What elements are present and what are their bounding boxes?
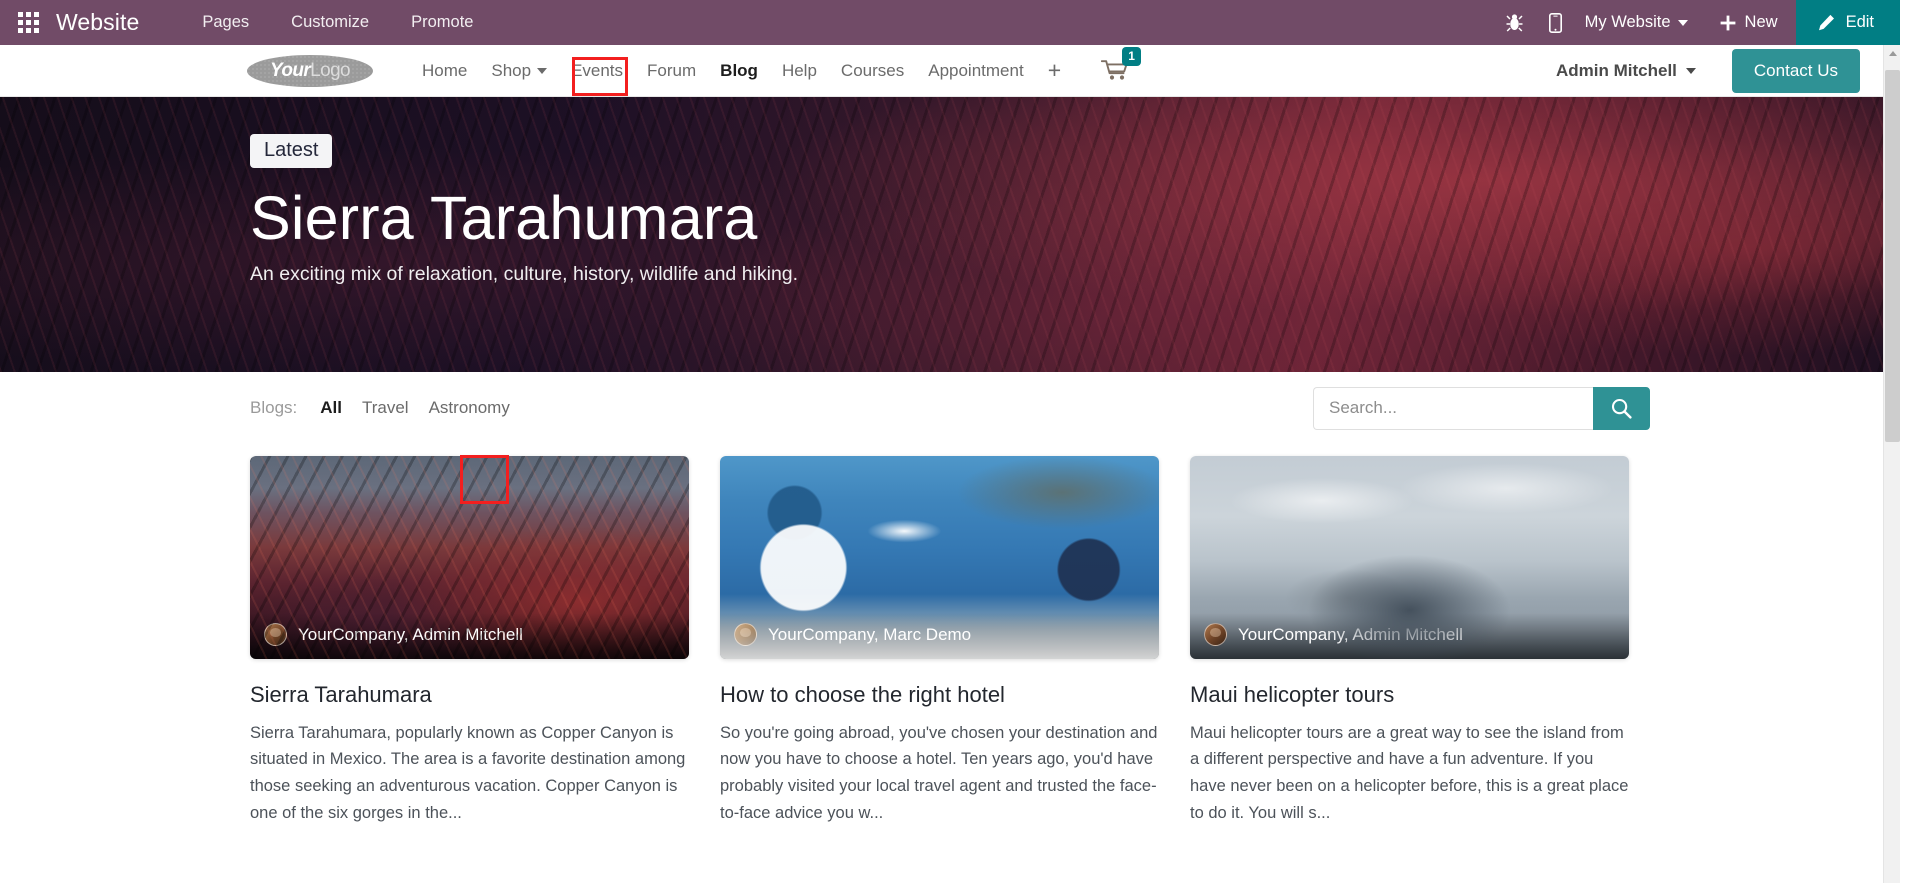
post-author-credit: YourCompany, Marc Demo [720,613,1159,659]
nav-item-courses-label: Courses [840,60,905,80]
post-excerpt: Sierra Tarahumara, popularly known as Co… [250,723,686,822]
page-scrollbar[interactable] [1883,45,1900,883]
nav-item-help-label: Help [781,60,817,80]
nav-item-shop[interactable]: Shop [479,45,559,97]
site-logo[interactable]: YourLogo [247,54,373,88]
author-avatar-admin-mitchell [1204,623,1227,646]
apps-grid-icon[interactable] [0,0,56,45]
nav-item-blog[interactable]: Blog [708,45,770,97]
scroll-up-arrow-icon[interactable] [1884,45,1901,62]
logo-text-secondary: Logo [310,59,351,81]
santorini-greece-seaside-photo[interactable]: YourCompany, Marc Demo [720,456,1159,659]
hero-subtitle: An exciting mix of relaxation, culture, … [250,263,799,286]
search-input[interactable] [1313,386,1593,430]
plus-icon [1720,15,1735,30]
website-selector-dropdown[interactable]: My Website [1575,13,1702,32]
blog-filter-bar: Blogs: All Travel Astronomy [0,372,1900,444]
website-selector-label: My Website [1584,13,1671,31]
chevron-down-icon [537,67,548,74]
blog-search [1313,386,1650,430]
user-account-name: Admin Mitchell [1556,60,1677,80]
post-author-name: YourCompany, Admin Mitchell [298,624,523,644]
pencil-icon [1818,14,1834,31]
nav-item-courses[interactable]: Courses [829,45,916,97]
contact-us-button[interactable]: Contact Us [1731,48,1860,93]
topbar-menu: Pages Customize Promote [181,0,494,45]
filter-travel[interactable]: Travel [352,398,419,418]
author-avatar-admin-mitchell [264,623,287,646]
filter-astronomy[interactable]: Astronomy [419,398,520,418]
edit-button[interactable]: Edit [1795,0,1900,45]
nav-item-appointment-label: Appointment [928,60,1024,80]
new-button-label: New [1744,13,1778,31]
post-title[interactable]: Sierra Tarahumara [250,681,689,709]
nav-item-blog-label: Blog [720,60,758,80]
user-account-dropdown[interactable]: Admin Mitchell [1556,61,1732,81]
topbar-menu-promote[interactable]: Promote [390,0,494,45]
page-root: Website Pages Customize Promote My Websi… [0,0,1900,883]
nav-item-events-label: Events [571,60,624,80]
nav-item-shop-label: Shop [491,60,532,80]
topbar-menu-customize[interactable]: Customize [270,0,390,45]
blogs-label: Blogs: [250,398,298,417]
logo-text-primary: Your [269,59,311,81]
blog-post-grid: YourCompany, Admin Mitchell Sierra Tarah… [0,456,1900,826]
hero-content: Latest Sierra Tarahumara An exciting mix… [0,97,1900,286]
nav-item-events[interactable]: Events [559,45,635,97]
cart-count-badge: 1 [1122,46,1142,66]
nav-item-appointment[interactable]: Appointment [916,45,1035,97]
nav-item-help[interactable]: Help [770,45,829,97]
site-main-nav: Home Shop Events Forum Blog Help Courses [410,45,1142,97]
chevron-down-icon [1685,67,1696,74]
post-author-credit: YourCompany, Admin Mitchell [1190,613,1629,659]
edit-button-label: Edit [1845,13,1874,31]
mobile-preview-icon[interactable] [1536,0,1575,45]
post-title[interactable]: Maui helicopter tours [1190,681,1629,709]
post-title[interactable]: How to choose the right hotel [720,681,1159,709]
post-author-name: YourCompany, Marc Demo [768,624,972,644]
header-right-group: Admin Mitchell Contact Us [1556,48,1900,93]
post-excerpt: So you're going abroad, you've chosen yo… [720,723,1158,822]
add-menu-item-icon[interactable]: + [1036,59,1073,82]
blog-post-card: YourCompany, Marc Demo How to choose the… [720,456,1159,826]
hero-title[interactable]: Sierra Tarahumara [250,184,1900,252]
search-submit-button[interactable] [1593,386,1650,430]
post-author-credit: YourCompany, Admin Mitchell [250,613,689,659]
author-avatar-marc-demo [734,623,757,646]
hero-latest-badge: Latest [250,134,333,168]
topbar-menu-pages[interactable]: Pages [181,0,270,45]
apps-grid-dots [17,12,39,33]
bug-icon[interactable] [1493,0,1536,45]
search-icon [1611,398,1632,419]
logo-text: YourLogo [269,59,351,82]
scrollbar-thumb[interactable] [1885,70,1900,442]
blog-filters: Blogs: All Travel Astronomy [250,398,520,418]
website-header: YourLogo Home Shop Events Forum Blog Hel… [0,45,1900,97]
blog-hero-banner: Latest Sierra Tarahumara An exciting mix… [0,97,1900,372]
logo-ellipse-shape: YourLogo [247,54,373,87]
nav-item-forum[interactable]: Forum [635,45,708,97]
post-author-name: YourCompany, Admin Mitchell [1238,624,1463,644]
blog-post-card: YourCompany, Admin Mitchell Sierra Tarah… [250,456,689,826]
nav-item-home-label: Home [422,60,468,80]
sierra-tarahumara-mountains-photo[interactable]: YourCompany, Admin Mitchell [250,456,689,659]
filter-all[interactable]: All [310,398,352,418]
cart-button[interactable]: 1 [1101,46,1142,83]
chevron-down-icon [1677,19,1688,26]
topbar-app-name: Website [56,9,140,35]
maui-island-aerial-photo[interactable]: YourCompany, Admin Mitchell [1190,456,1629,659]
post-excerpt: Maui helicopter tours are a great way to… [1190,723,1629,822]
blog-post-card: YourCompany, Admin Mitchell Maui helicop… [1190,456,1629,826]
topbar-right-group: My Website New Edit [1493,0,1900,45]
nav-item-forum-label: Forum [647,60,697,80]
odoo-system-topbar: Website Pages Customize Promote My Websi… [0,0,1900,45]
new-button[interactable]: New [1702,0,1796,45]
nav-item-home[interactable]: Home [410,45,479,97]
